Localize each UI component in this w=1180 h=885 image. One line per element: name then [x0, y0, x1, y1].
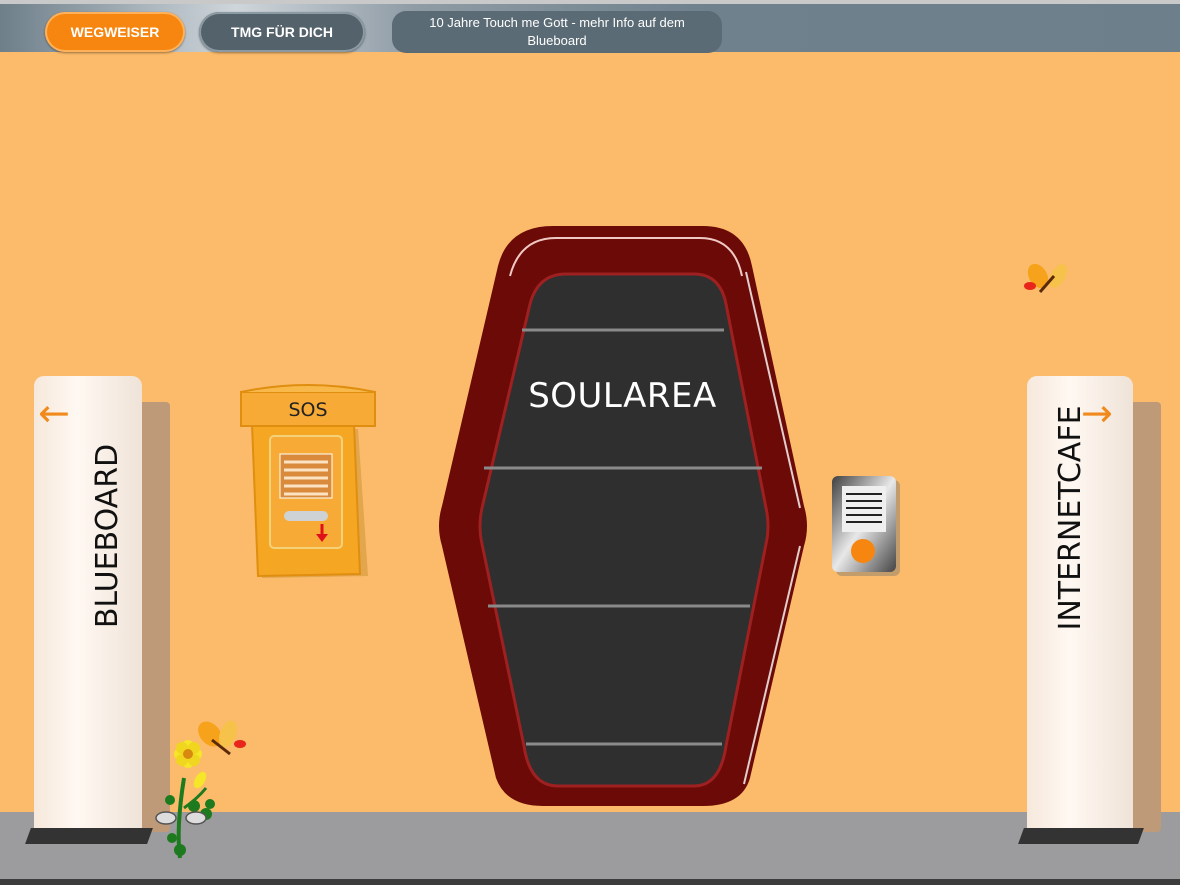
signpost-base	[1018, 828, 1144, 844]
intercom[interactable]	[830, 474, 902, 578]
signpost-base	[25, 828, 153, 844]
blueboard-label: BLUEBOARD	[90, 443, 125, 629]
internetcafe-label: INTERNETCAFE	[1053, 405, 1088, 631]
internetcafe-signpost[interactable]: → INTERNETCAFE	[1018, 376, 1169, 846]
wegweiser-button[interactable]: WEGWEISER	[45, 12, 185, 52]
soularea-door[interactable]	[438, 226, 808, 808]
floor-edge	[0, 879, 1180, 885]
arrow-left-icon: ←	[38, 391, 70, 435]
flower-icon	[150, 738, 222, 862]
top-nav-bar: WEGWEISER TMG FÜR DICH 10 Jahre Touch me…	[0, 0, 1180, 53]
butterfly-icon	[1020, 262, 1072, 298]
news-ticker[interactable]: 10 Jahre Touch me Gott - mehr Info auf d…	[392, 11, 722, 53]
sos-label: SOS	[288, 399, 328, 421]
door-graphic	[439, 226, 807, 806]
tmg-fuer-dich-button[interactable]: TMG FÜR DICH	[199, 12, 365, 52]
soularea-label: SOULAREA	[528, 376, 717, 416]
intercom-icon	[832, 476, 900, 576]
